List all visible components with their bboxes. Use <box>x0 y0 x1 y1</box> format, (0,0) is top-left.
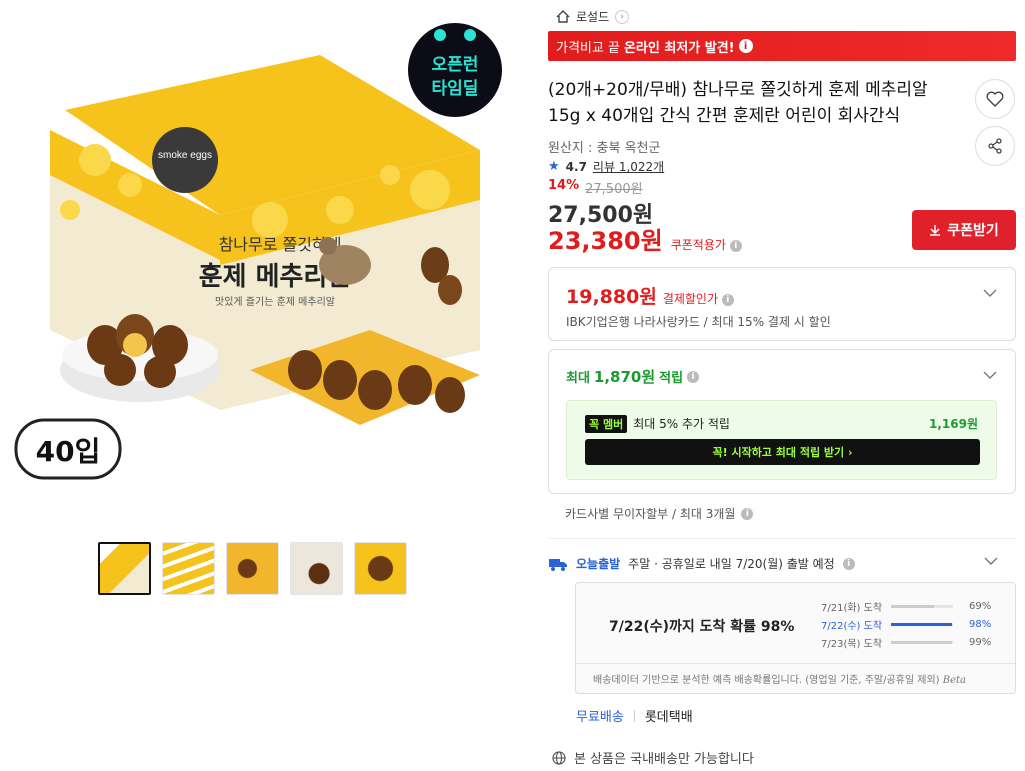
rating-score: 4.7 <box>565 159 587 174</box>
box-brand-text: smoke eggs <box>158 150 212 161</box>
discount-row: 14% 27,500원 <box>548 178 643 197</box>
prediction-row: 7/22(수) 도착 98% <box>821 615 1001 633</box>
installment-info: 카드사별 무이자할부 / 최대 3개월 i <box>565 505 754 522</box>
prediction-rows: 7/21(화) 도착 69% 7/22(수) 도착 98% 7/23(목) 도착 99% <box>821 597 1001 651</box>
review-link[interactable]: 리뷰 1,022개 <box>593 158 664 175</box>
star-icon: ★ <box>548 159 560 174</box>
wishlist-button[interactable] <box>975 79 1015 119</box>
time-deal-badge-line1: 오픈런 <box>432 55 479 75</box>
member-start-button[interactable]: 꼭! 시작하고 최대 적립 받기 › <box>585 439 980 465</box>
prediction-bar <box>891 604 953 608</box>
chevron-down-icon[interactable] <box>984 554 998 568</box>
member-text: 최대 5% 추가 적립 <box>633 417 730 431</box>
chevron-down-icon[interactable] <box>983 286 997 300</box>
card-discount-amount: 19,880원 <box>566 286 657 308</box>
coupon-button[interactable]: 쿠폰받기 <box>912 210 1016 250</box>
today-ship-label: 오늘출발 <box>576 557 621 571</box>
box-subtitle: 맛있게 즐기는 훈제 메추리알 <box>215 295 335 308</box>
prediction-row: 7/21(화) 도착 69% <box>821 597 1001 615</box>
ship-desc: 주말 · 공휴일로 내일 7/20(월) 출발 예정 <box>628 557 835 571</box>
product-title: (20개+20개/무배) 참나무로 쫄깃하게 훈제 메추리알 15g x 40개… <box>548 80 928 126</box>
thumbnail-3[interactable] <box>226 542 279 595</box>
download-icon <box>930 225 941 236</box>
coupon-price: 23,380원 <box>548 227 663 255</box>
prediction-date: 7/23(목) 도착 <box>821 638 883 650</box>
thumbnail-1[interactable] <box>98 542 151 595</box>
info-icon[interactable]: i <box>687 370 700 383</box>
prediction-date: 7/21(화) 도착 <box>821 602 883 614</box>
product-gallery: smoke eggs 참나무로 쫄깃하게 훈제 메추리알 맛있게 즐기는 훈제 … <box>0 0 530 771</box>
original-price: 27,500원 <box>585 182 643 197</box>
thumbnail-strip <box>98 542 407 595</box>
card-discount-detail: IBK기업은행 나라사랑카드 / 최대 15% 결제 시 할인 <box>566 315 831 329</box>
prediction-summary: 7/22(수)까지 도착 확률 98% <box>609 619 795 635</box>
prediction-row: 7/23(목) 도착 99% <box>821 633 1001 651</box>
prediction-date: 7/22(수) 도착 <box>821 620 883 632</box>
coupon-price-label: 쿠폰적용가 i <box>671 236 742 253</box>
member-value: 1,169원 <box>929 417 978 431</box>
prediction-bar <box>891 622 953 626</box>
heart-icon <box>986 91 1004 107</box>
thumbnail-4[interactable] <box>290 542 343 595</box>
beta-label: Beta <box>942 675 966 686</box>
discount-percent: 14% <box>548 178 580 193</box>
carrier: 롯데택배 <box>644 710 693 725</box>
promo-highlight: 온라인 최저가 발견! <box>623 40 735 56</box>
reward-prefix: 최대 <box>566 371 590 386</box>
rating-row: ★ 4.7 리뷰 1,022개 <box>548 158 664 175</box>
prediction-bar <box>891 640 953 644</box>
breadcrumb-label[interactable]: 로설드 <box>576 8 609 25</box>
card-discount-panel[interactable]: 19,880원 결제할인가 i IBK기업은행 나라사랑카드 / 최대 15% … <box>548 267 1016 341</box>
divider <box>548 538 1016 539</box>
shipping-options: 무료배송 롯데택배 <box>576 706 693 725</box>
reward-suffix: 적립 <box>659 371 684 386</box>
chevron-right-icon: › <box>615 9 630 24</box>
promo-prefix: 가격비교 끝 <box>556 40 620 56</box>
truck-icon <box>549 558 567 571</box>
reward-panel: 최대 1,870원 적립 i 꼭 멤버 최대 5% 추가 적립 1,169원 꼭!… <box>548 349 1016 494</box>
coupon-price-row: 23,380원 쿠폰적용가 i <box>548 221 742 256</box>
info-icon[interactable]: i <box>741 507 754 520</box>
free-shipping: 무료배송 <box>576 710 624 725</box>
share-icon <box>988 138 1002 154</box>
chevron-down-icon[interactable] <box>983 368 997 382</box>
prediction-percent: 99% <box>969 636 992 648</box>
thumbnail-2[interactable] <box>162 542 215 595</box>
origin-info: 원산지 : 충북 옥천군 <box>548 141 661 156</box>
domestic-notice: 본 상품은 국내배송만 가능합니다 <box>552 748 754 767</box>
prediction-percent: 98% <box>969 618 992 630</box>
info-icon[interactable]: i <box>729 239 742 252</box>
member-badge: 꼭 멤버 <box>585 415 628 433</box>
coupon-button-label: 쿠폰받기 <box>947 223 999 239</box>
breadcrumb[interactable]: 로설드 › <box>556 8 630 25</box>
prediction-note: 배송데이터 기반으로 분석한 예측 배송확률입니다. (영업일 기준, 주말/공… <box>593 675 966 686</box>
count-badge: 40입 <box>36 435 101 468</box>
promo-banner[interactable]: 가격비교 끝 온라인 최저가 발견! i <box>548 31 1016 61</box>
home-icon <box>556 10 570 23</box>
share-button[interactable] <box>975 126 1015 166</box>
prediction-percent: 69% <box>969 600 992 612</box>
shipping-header: 오늘출발 주말 · 공휴일로 내일 7/20(월) 출발 예정 i <box>548 555 855 572</box>
thumbnail-5[interactable] <box>354 542 407 595</box>
card-discount-label: 결제할인가 i <box>663 290 734 307</box>
info-icon[interactable]: i <box>842 557 855 570</box>
member-box: 꼭 멤버 최대 5% 추가 적립 1,169원 꼭! 시작하고 최대 적립 받기 … <box>566 400 997 480</box>
delivery-prediction: 7/22(수)까지 도착 확률 98% 7/21(화) 도착 69% 7/22(수)… <box>575 582 1016 694</box>
time-deal-badge-line2: 타임딜 <box>432 78 479 99</box>
info-icon[interactable]: i <box>721 293 734 306</box>
info-icon: i <box>738 39 753 53</box>
main-product-image[interactable]: smoke eggs 참나무로 쫄깃하게 훈제 메추리알 맛있게 즐기는 훈제 … <box>10 0 520 520</box>
reward-amount: 1,870원 <box>593 368 656 386</box>
globe-icon <box>552 750 566 765</box>
